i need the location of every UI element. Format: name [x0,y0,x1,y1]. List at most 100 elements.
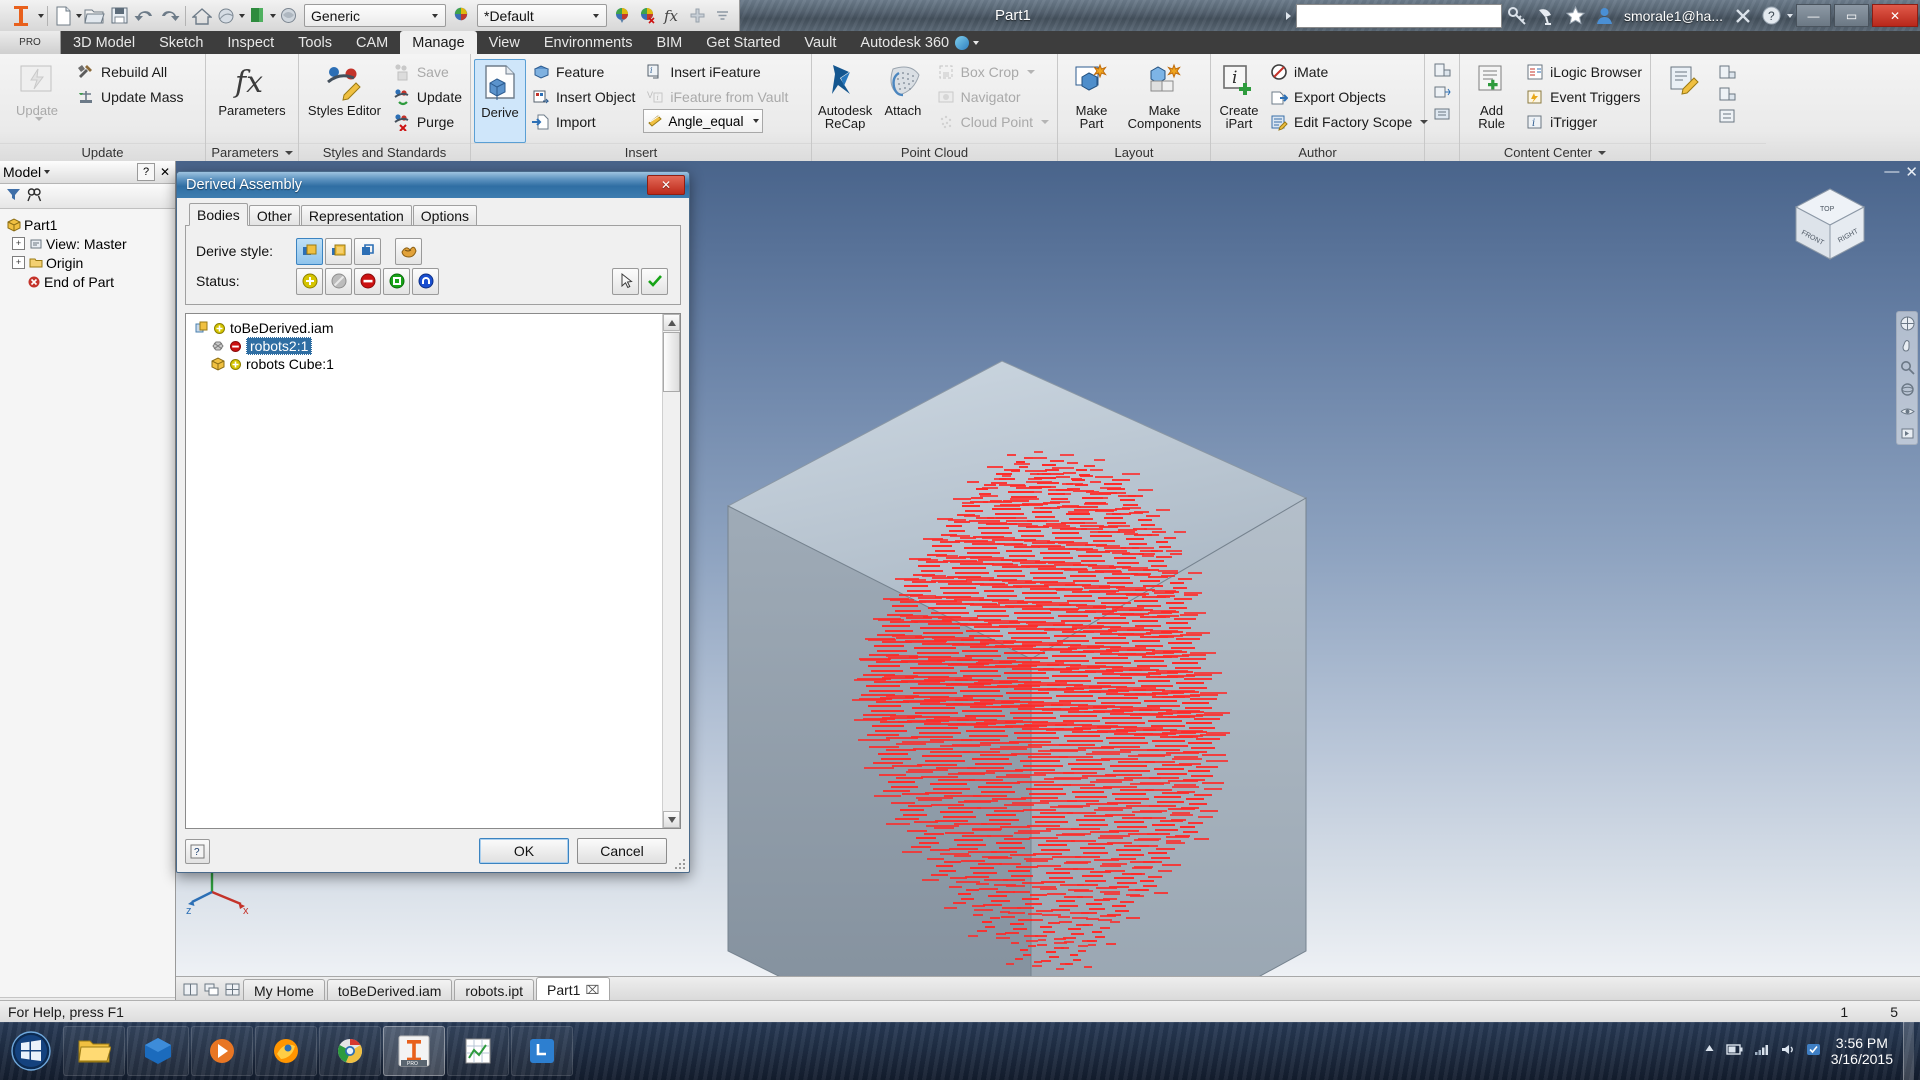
doc-tab-part1[interactable]: Part1 ⌧ [536,977,610,1001]
star-icon[interactable] [1562,2,1589,29]
close-icon[interactable]: ✕ [158,165,172,179]
import-button[interactable]: Import [526,109,640,134]
viewport-close-icon[interactable]: ✕ [1905,163,1918,181]
scroll-up-arrow[interactable] [663,314,680,331]
scroll-thumb[interactable] [663,332,680,392]
cloud-point-caret[interactable] [1041,120,1049,124]
user-account-label[interactable]: smorale1@ha... [1620,8,1727,24]
styles-update-button[interactable]: Update [387,84,467,109]
author-grid-icon-2[interactable] [1431,82,1453,102]
dialog-title-bar[interactable]: Derived Assembly ✕ [177,172,689,198]
styles-save-button[interactable]: Save [387,59,467,84]
tab-environments[interactable]: Environments [532,31,645,54]
box-crop-caret[interactable] [1027,70,1035,74]
ilogic-browser-button[interactable]: iLogic Browser [1520,59,1647,84]
angle-equal-combo[interactable]: Angle_equal [643,109,763,133]
inventor-logo-icon[interactable] [4,1,38,30]
qat-customize-caret[interactable] [38,14,44,18]
status-subtract-button[interactable] [412,268,439,295]
select-icon[interactable] [276,2,301,29]
confirm-check-button[interactable] [641,268,668,295]
tree-vertical-scrollbar[interactable] [662,314,680,828]
battery-icon[interactable] [1726,1043,1744,1059]
status-include-button[interactable] [296,268,323,295]
undo-icon[interactable] [132,2,157,29]
application-menu-button[interactable]: PRO [0,31,61,54]
maximize-button[interactable]: ▭ [1834,4,1869,27]
navigator-button[interactable]: Navigator [931,84,1054,109]
find-icon[interactable] [27,187,42,205]
attach-button[interactable]: Attach [875,58,930,119]
robots-cube-status-include-icon[interactable] [228,357,243,372]
taskbar-spreadsheet-icon[interactable] [447,1026,509,1076]
autodesk-360-caret[interactable] [973,41,979,45]
tab-manage[interactable]: Manage [400,31,476,54]
appearance-palette-icon[interactable] [610,2,635,29]
key-icon[interactable] [1504,2,1531,29]
insert-ifeature-button[interactable]: i Insert iFeature [640,59,793,84]
taskbar-inventor-viewer-icon[interactable] [127,1026,189,1076]
show-desktop-button[interactable] [1903,1022,1914,1080]
editor-button[interactable] [1654,58,1716,106]
author-grid-icon-3[interactable] [1431,104,1453,124]
parameters-panel-caret[interactable] [285,151,293,155]
styles-editor-button[interactable]: Styles Editor [302,58,387,119]
doc-tab-my-home[interactable]: My Home [243,979,325,1001]
dialog-tab-representation[interactable]: Representation [301,205,412,225]
feature-button[interactable]: Feature [526,59,640,84]
create-ipart-button[interactable]: i CreateiPart [1214,58,1264,132]
satellite-icon[interactable] [1533,2,1560,29]
parameters-button[interactable]: fx Parameters [209,58,295,119]
update-dropdown-caret[interactable] [35,117,43,121]
tile-windows-icon[interactable] [182,981,199,998]
doc-tab-part1-close-icon[interactable]: ⌧ [585,983,599,997]
material-icon[interactable] [245,2,270,29]
dialog-tab-other[interactable]: Other [249,205,300,225]
export-objects-button[interactable]: Export Objects [1264,84,1433,109]
dialog-cancel-button[interactable]: Cancel [577,838,667,864]
tab-autodesk-360[interactable]: Autodesk 360 [848,31,991,54]
tab-get-started[interactable]: Get Started [694,31,792,54]
select-arrow-button[interactable] [612,268,639,295]
help-icon[interactable]: ? [1758,2,1785,29]
taskbar-clock[interactable]: 3:56 PM 3/16/2015 [1831,1035,1893,1067]
search-input[interactable] [1296,4,1502,28]
tab-vault[interactable]: Vault [792,31,848,54]
update-button[interactable]: Update [3,58,71,123]
cc-icon-1[interactable] [1716,62,1740,82]
edit-factory-scope-button[interactable]: Edit Factory Scope [1264,109,1433,134]
status-exclude-button[interactable] [354,268,381,295]
derived-tree-item-robots-cube[interactable]: robots Cube:1 [190,355,676,373]
full-navigation-wheel-icon[interactable] [1899,315,1915,331]
imate-button[interactable]: iMate [1264,59,1433,84]
orbit-icon[interactable] [1899,381,1915,397]
taskbar-chrome-icon[interactable] [319,1026,381,1076]
scroll-down-arrow[interactable] [663,811,680,828]
filter-icon[interactable] [6,187,21,205]
styles-purge-button[interactable]: Purge [387,109,467,134]
tree-item-view-master[interactable]: + View: Master [4,234,171,253]
close-button[interactable]: ✕ [1872,4,1918,27]
appearance-combo[interactable]: *Default [477,4,607,27]
cc-icon-2[interactable] [1716,84,1740,104]
dialog-help-button[interactable]: ? [185,839,210,864]
derived-tree-item-root[interactable]: toBeDerived.iam [190,319,676,337]
derived-assembly-dialog[interactable]: Derived Assembly ✕ Bodies Other Represen… [176,171,690,873]
box-crop-button[interactable]: Box Crop [931,59,1054,84]
user-icon[interactable] [1591,2,1618,29]
taskbar-file-explorer-icon[interactable] [63,1026,125,1076]
help-question-icon[interactable]: ? [137,163,155,181]
event-triggers-button[interactable]: Event Triggers [1520,84,1647,109]
derived-tree-item-robots2[interactable]: robots2:1 [190,337,676,355]
view-cube[interactable]: TOP FRONT RIGHT [1788,183,1872,267]
action-center-icon[interactable] [1806,1043,1821,1059]
cc-icon-3[interactable] [1716,106,1740,126]
tree-expander-view-master[interactable]: + [12,237,25,250]
tree-expander-origin[interactable]: + [12,256,25,269]
add-qat-icon[interactable] [685,2,710,29]
make-part-button[interactable]: MakePart [1061,58,1122,132]
ifeature-from-vault-button[interactable]: Vi iFeature from Vault [640,84,793,109]
volume-icon[interactable] [1780,1043,1796,1059]
cascade-windows-icon[interactable] [203,981,220,998]
taskbar-blue-app-icon[interactable] [511,1026,573,1076]
